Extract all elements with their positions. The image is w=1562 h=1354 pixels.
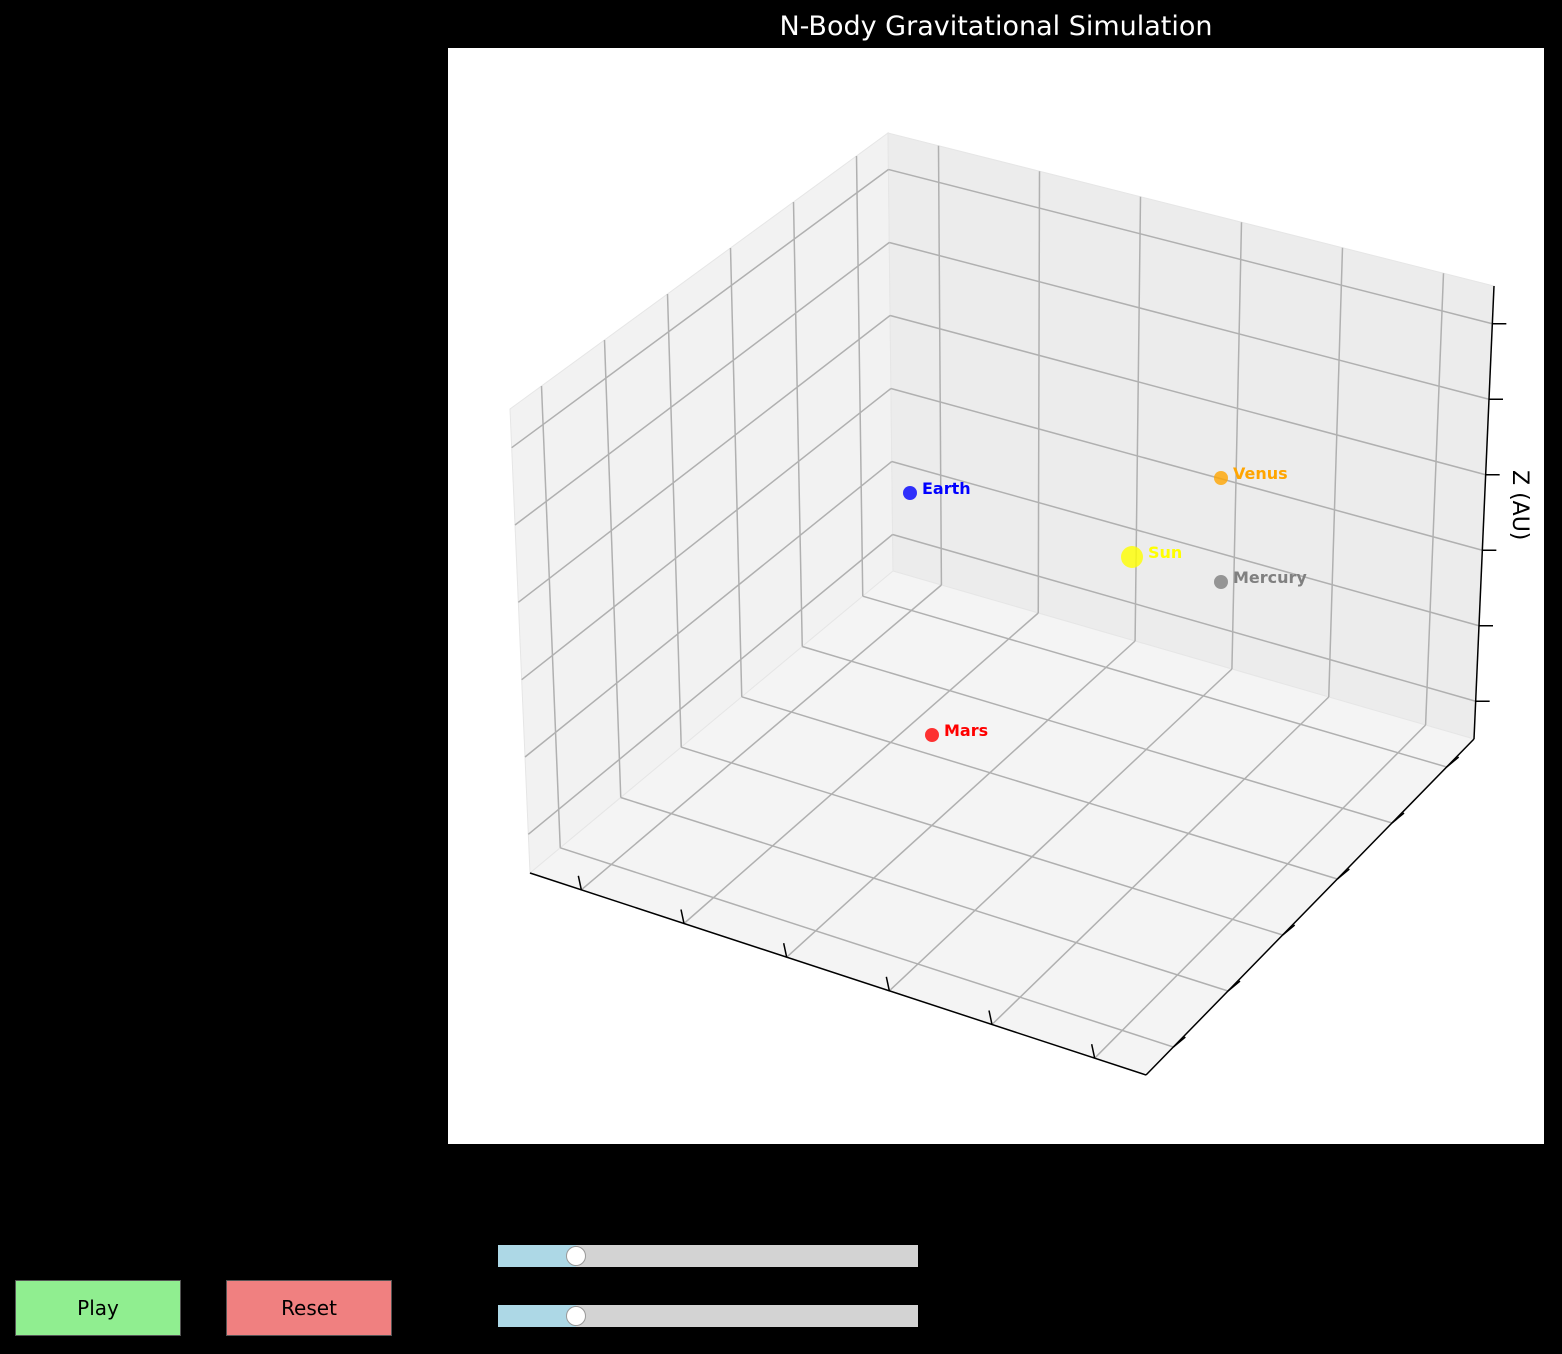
speed-slider-fill — [498, 1245, 576, 1267]
play-button[interactable]: Play — [15, 1280, 181, 1336]
reset-button[interactable]: Reset — [226, 1280, 392, 1336]
timestep-slider[interactable] — [498, 1305, 918, 1327]
speed-slider-handle[interactable] — [565, 1246, 586, 1266]
body-sun-label: Sun — [1148, 543, 1182, 562]
body-mars-label: Mars — [944, 721, 988, 740]
body-mercury-marker — [1214, 575, 1228, 589]
body-earth-marker — [903, 486, 917, 500]
reset-button-label: Reset — [281, 1296, 337, 1320]
body-venus-marker — [1214, 471, 1228, 485]
speed-slider[interactable] — [498, 1245, 918, 1267]
body-sun-marker — [1121, 546, 1143, 568]
timestep-slider-fill — [498, 1305, 576, 1327]
body-mercury-label: Mercury — [1233, 568, 1307, 587]
body-earth-label: Earth — [922, 479, 971, 498]
play-button-label: Play — [77, 1296, 119, 1320]
3d-axes[interactable]: Sun Venus Earth Mercury Mars — [0, 0, 1562, 1354]
z-axis-label: Z (AU) — [1507, 470, 1532, 541]
body-mars-marker — [925, 728, 939, 742]
timestep-slider-handle[interactable] — [565, 1306, 586, 1326]
body-venus-label: Venus — [1233, 464, 1288, 483]
